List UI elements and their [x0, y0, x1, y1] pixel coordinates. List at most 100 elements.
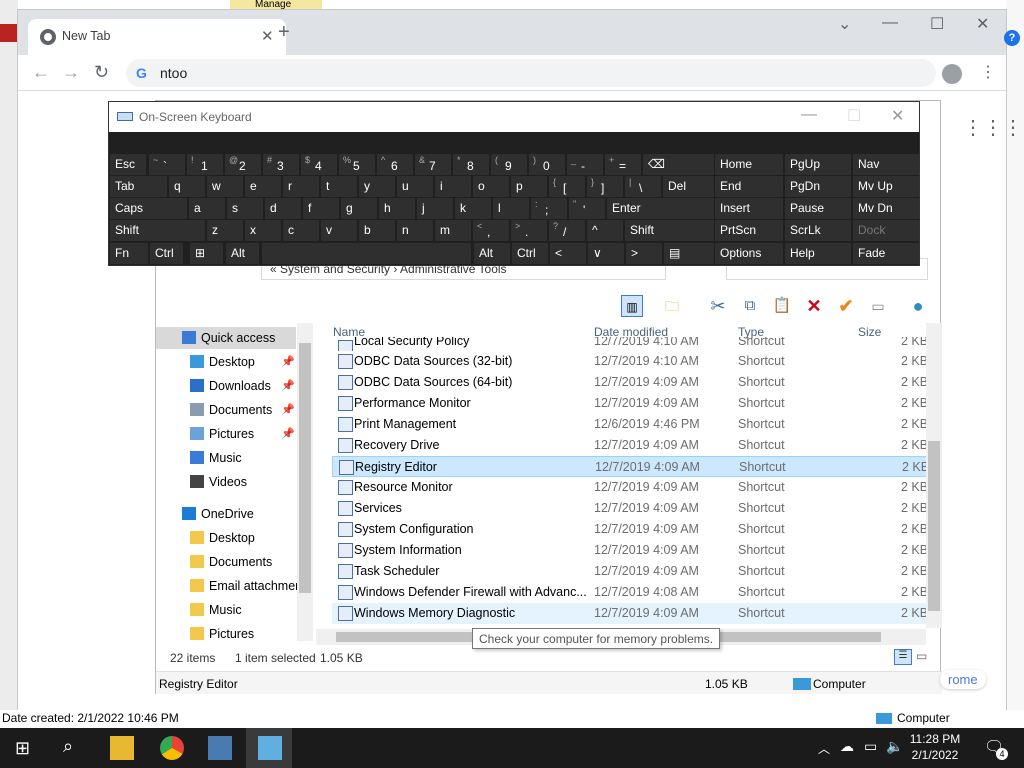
osk-key[interactable]: k: [455, 198, 491, 219]
file-explorer-taskbar-icon[interactable]: [110, 736, 134, 760]
osk-key[interactable]: _ -: [567, 154, 603, 175]
osk-nav-key[interactable]: Help: [785, 243, 851, 264]
osk-key[interactable]: >: [626, 243, 662, 264]
menu-kebab-icon[interactable]: ⋮: [980, 62, 996, 82]
file-row[interactable]: Services 12/7/2019 4:09 AM Shortcut 2 KB: [332, 498, 928, 519]
minimize-button[interactable]: —: [882, 14, 898, 32]
file-row[interactable]: System Configuration 12/7/2019 4:09 AM Sho…: [332, 519, 928, 540]
file-row[interactable]: ODBC Data Sources (64-bit) 12/7/2019 4:09…: [332, 372, 928, 393]
nav-scroll-thumb[interactable]: [299, 343, 311, 593]
cut-icon[interactable]: ✂: [707, 295, 729, 317]
search-icon[interactable]: ⌕: [63, 736, 73, 757]
osk-key[interactable]: <,: [473, 220, 509, 241]
file-row[interactable]: System Information 12/7/2019 4:09 AM Short…: [332, 540, 928, 561]
tab-new-tab[interactable]: New Tab ✕: [28, 19, 286, 55]
osk-close-button[interactable]: ✕: [891, 106, 904, 126]
osk-key[interactable]: Alt: [226, 243, 259, 264]
tab-search-icon[interactable]: ⌄: [838, 14, 851, 34]
nav-item[interactable]: Documents: [156, 551, 296, 573]
osk-key[interactable]: ? /: [549, 220, 585, 241]
osk-key[interactable]: Caps: [110, 198, 187, 219]
osk-key[interactable]: {[: [549, 176, 585, 197]
nav-item[interactable]: Desktop: [156, 527, 296, 549]
osk-key[interactable]: * 8: [453, 154, 489, 175]
osk-key[interactable]: g: [341, 198, 377, 219]
volume-icon[interactable]: 🔈: [886, 738, 903, 755]
nav-item[interactable]: Downloads 📌: [156, 375, 296, 397]
osk-key[interactable]: (9: [491, 154, 527, 175]
osk-key[interactable]: u: [397, 176, 433, 197]
osk-key[interactable]: ^ 6: [377, 154, 413, 175]
osk-nav-key[interactable]: Nav: [853, 154, 919, 175]
osk-key[interactable]: a: [189, 198, 225, 219]
osk-nav-key[interactable]: Mv Up: [853, 176, 919, 197]
profile-avatar[interactable]: [942, 64, 962, 84]
paste-icon[interactable]: 📋: [771, 295, 793, 317]
osk-key[interactable]: + =: [605, 154, 641, 175]
osk-key[interactable]: ^: [587, 220, 623, 241]
osk-key[interactable]: c: [283, 220, 319, 241]
close-window-button[interactable]: ✕: [976, 14, 989, 34]
osk-nav-key[interactable]: Home: [715, 154, 783, 175]
osk-key[interactable]: Alt: [474, 243, 510, 264]
osk-key[interactable]: Enter: [607, 198, 714, 219]
osk-key[interactable]: z: [207, 220, 243, 241]
list-scroll-thumb[interactable]: [928, 441, 940, 611]
osk-key[interactable]: Del: [663, 176, 714, 197]
osk-key[interactable]: " ': [569, 198, 605, 219]
osk-key[interactable]: ∨: [588, 243, 624, 264]
forward-button[interactable]: →: [62, 62, 80, 83]
osk-key[interactable]: s: [227, 198, 263, 219]
osk-key[interactable]: n: [397, 220, 433, 241]
osk-key[interactable]: f: [303, 198, 339, 219]
file-row[interactable]: Print Management 12/6/2019 4:46 PM Shortcu…: [332, 414, 928, 435]
back-button[interactable]: ←: [32, 62, 50, 83]
nav-item[interactable]: Quick access: [156, 327, 296, 349]
osk-nav-key[interactable]: End: [715, 176, 783, 197]
osk-key[interactable]: ) 0: [529, 154, 565, 175]
tray-chevron-icon[interactable]: ︿: [818, 740, 830, 757]
osk-nav-key[interactable]: ScrLk: [785, 220, 851, 241]
osk-key[interactable]: @2: [225, 154, 261, 175]
osk-key[interactable]: d: [265, 198, 301, 219]
osk-minimize-button[interactable]: —: [801, 106, 817, 124]
osk-key[interactable]: e: [245, 176, 281, 197]
list-scrollbar[interactable]: [926, 323, 942, 628]
file-row[interactable]: Performance Monitor 12/7/2019 4:09 AM Shor…: [332, 393, 928, 414]
tiles-view-icon[interactable]: ▭: [916, 649, 927, 663]
osk-key[interactable]: :;: [531, 198, 567, 219]
nav-item[interactable]: Email attachmer: [156, 575, 299, 597]
osk-key[interactable]: Ctrl: [512, 243, 548, 264]
file-row[interactable]: Windows Defender Firewall with Advanc...…: [332, 582, 928, 603]
osk-nav-key[interactable]: Fade: [853, 243, 919, 264]
osk-key[interactable]: ⊞: [190, 243, 223, 264]
osk-key[interactable]: w: [207, 176, 243, 197]
osk-key[interactable]: >.: [511, 220, 547, 241]
osk-key[interactable]: $4: [301, 154, 337, 175]
osk-key[interactable]: b: [359, 220, 395, 241]
nav-item[interactable]: Desktop 📌: [156, 351, 296, 373]
osk-nav-key[interactable]: Pause: [785, 198, 851, 219]
rename-icon[interactable]: ▭: [867, 295, 889, 317]
remote-desktop-taskbar-icon[interactable]: [208, 736, 232, 760]
new-tab-button[interactable]: +: [278, 21, 290, 44]
osk-nav-key[interactable]: Mv Dn: [853, 198, 919, 219]
delete-icon[interactable]: ✕: [803, 295, 825, 317]
osk-key[interactable]: h: [379, 198, 415, 219]
reload-button[interactable]: ↻: [94, 62, 109, 83]
osk-key[interactable]: ▤: [664, 243, 714, 264]
osk-key[interactable]: Ctrl: [150, 243, 183, 264]
control-panel-taskbar-icon[interactable]: [258, 736, 282, 760]
osk-key[interactable]: v: [321, 220, 357, 241]
copy-icon[interactable]: ⧉: [739, 295, 761, 317]
nav-item[interactable]: Documents 📌: [156, 399, 296, 421]
network-icon[interactable]: ☁: [840, 738, 854, 755]
osk-key[interactable]: y: [359, 176, 395, 197]
nav-item[interactable]: Pictures: [156, 623, 296, 645]
osk-key[interactable]: & 7: [415, 154, 451, 175]
osk-nav-key[interactable]: PgDn: [785, 176, 851, 197]
osk-key[interactable]: Fn: [110, 243, 148, 264]
osk-key[interactable]: | \: [625, 176, 661, 197]
osk-key[interactable]: <: [550, 243, 586, 264]
osk-key[interactable]: l: [493, 198, 529, 219]
